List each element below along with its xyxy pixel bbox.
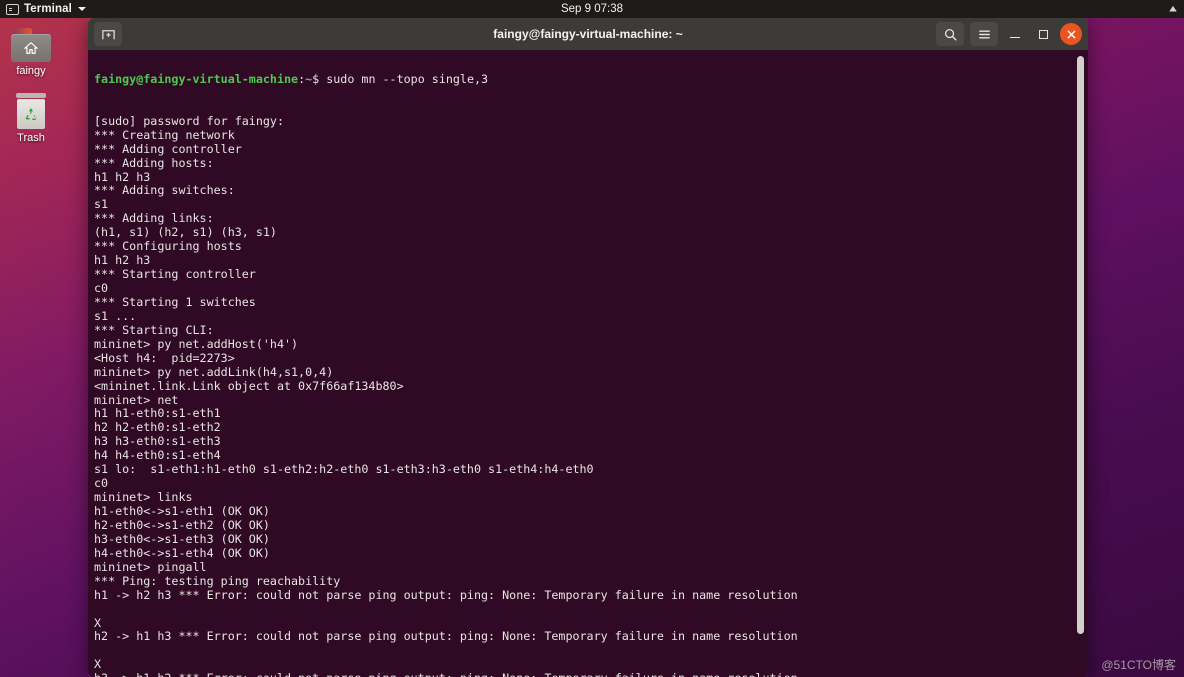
terminal-line: *** Ping: testing ping reachability: [94, 573, 341, 588]
terminal-icon: [6, 3, 19, 15]
minimize-icon: [1010, 36, 1020, 38]
terminal-line: X: [94, 657, 102, 672]
terminal-line: h1 h1-eth0:s1-eth1: [94, 406, 221, 421]
panel-app-menu[interactable]: Terminal: [0, 0, 86, 18]
terminal-line: *** Configuring hosts: [94, 239, 242, 254]
desktop-icon-home-folder[interactable]: faingy: [1, 28, 61, 77]
terminal-line: h1 h2 h3: [94, 169, 151, 184]
terminal-line: h4 h4-eth0:s1-eth4: [94, 448, 221, 463]
terminal-line: s1 ...: [94, 308, 137, 323]
prompt-user: faingy@faingy-virtual-machine: [94, 71, 299, 86]
terminal-line: h2 -> h1 h3 *** Error: could not parse p…: [94, 629, 798, 644]
close-button[interactable]: [1060, 23, 1082, 45]
desktop-icon-trash-label: Trash: [17, 132, 45, 144]
watermark: @51CTO博客: [1101, 658, 1176, 672]
terminal-line: h1-eth0<->s1-eth1 (OK OK): [94, 504, 270, 518]
terminal-line: X: [94, 615, 102, 630]
maximize-button[interactable]: [1032, 23, 1054, 45]
desktop-wallpaper: faingy Trash faingy@faingy-virtual-machi…: [0, 18, 1184, 677]
new-tab-button[interactable]: [94, 22, 122, 46]
panel-tray[interactable]: [1168, 0, 1180, 18]
home-folder-icon: [11, 28, 51, 62]
search-button[interactable]: [936, 22, 964, 46]
terminal-output: faingy@faingy-virtual-machine:~$ sudo mn…: [94, 50, 1064, 677]
terminal-line: *** Adding switches:: [94, 183, 235, 198]
panel-clock[interactable]: Sep 9 07:38: [0, 3, 1184, 15]
terminal-line: mininet> py net.addHost('h4'): [94, 336, 299, 351]
recycle-glyph: [25, 108, 37, 120]
minimize-button[interactable]: [1004, 23, 1026, 45]
new-tab-icon: [101, 29, 115, 39]
terminal-line: h3 -> h1 h2 *** Error: could not parse p…: [94, 671, 1064, 677]
top-panel: Terminal Sep 9 07:38: [0, 0, 1184, 18]
menu-button[interactable]: [970, 22, 998, 46]
terminal-line: h3 h3-eth0:s1-eth3: [94, 434, 221, 449]
terminal-line: c0: [94, 281, 109, 295]
terminal-line: <Host h4: pid=2273>: [94, 350, 235, 365]
panel-app-name: Terminal: [24, 3, 72, 15]
terminal-line: mininet> pingall: [94, 559, 207, 574]
terminal-prompt-line: faingy@faingy-virtual-machine:~$ sudo mn…: [94, 71, 489, 86]
terminal-line: *** Starting controller: [94, 267, 256, 282]
terminal-line: *** Starting 1 switches: [94, 294, 256, 309]
terminal-line: *** Starting CLI:: [94, 322, 214, 337]
search-icon: [944, 28, 956, 40]
terminal-line: c0: [94, 476, 109, 491]
terminal-scrollbar[interactable]: [1077, 56, 1084, 667]
terminal-line: <mininet.link.Link object at 0x7f66af134…: [94, 378, 404, 393]
terminal-line: *** Adding links:: [94, 211, 214, 226]
desktop-icon-trash[interactable]: Trash: [1, 93, 61, 144]
terminal-line: h4-eth0<->s1-eth4 (OK OK): [94, 545, 270, 560]
terminal-titlebar[interactable]: faingy@faingy-virtual-machine: ~: [88, 18, 1088, 50]
network-icon: [1169, 5, 1177, 12]
chevron-down-icon: [77, 7, 86, 11]
hamburger-menu-icon: [978, 30, 990, 38]
trash-icon: [14, 93, 48, 129]
terminal-line: h2-eth0<->s1-eth2 (OK OK): [94, 517, 270, 532]
close-icon: [1067, 30, 1075, 38]
home-glyph: [23, 41, 39, 54]
terminal-line: h1 -> h2 h3 *** Error: could not parse p…: [94, 587, 798, 602]
terminal-line: s1: [94, 197, 109, 212]
terminal-line: *** Adding hosts:: [94, 155, 214, 170]
terminal-line: mininet> py net.addLink(h4,s1,0,4): [94, 364, 334, 379]
desktop-icon-home-label: faingy: [16, 65, 46, 77]
terminal-line: [sudo] password for faingy:: [94, 113, 284, 128]
terminal-line: s1 lo: s1-eth1:h1-eth0 s1-eth2:h2-eth0 s…: [94, 462, 594, 477]
terminal-line: (h1, s1) (h2, s1) (h3, s1): [94, 225, 277, 240]
terminal-line: mininet> net: [94, 392, 179, 407]
scrollbar-thumb[interactable]: [1077, 56, 1084, 634]
terminal-line: h1 h2 h3: [94, 253, 151, 268]
terminal-line: mininet> links: [94, 490, 193, 505]
terminal-line: *** Creating network: [94, 127, 235, 142]
terminal-body[interactable]: faingy@faingy-virtual-machine:~$ sudo mn…: [88, 50, 1088, 677]
terminal-window: faingy@faingy-virtual-machine: ~ faingy@…: [88, 18, 1088, 677]
terminal-line: h2 h2-eth0:s1-eth2: [94, 420, 221, 435]
maximize-icon: [1038, 29, 1048, 39]
terminal-line: *** Adding controller: [94, 141, 242, 156]
terminal-line: h3-eth0<->s1-eth3 (OK OK): [94, 531, 270, 546]
